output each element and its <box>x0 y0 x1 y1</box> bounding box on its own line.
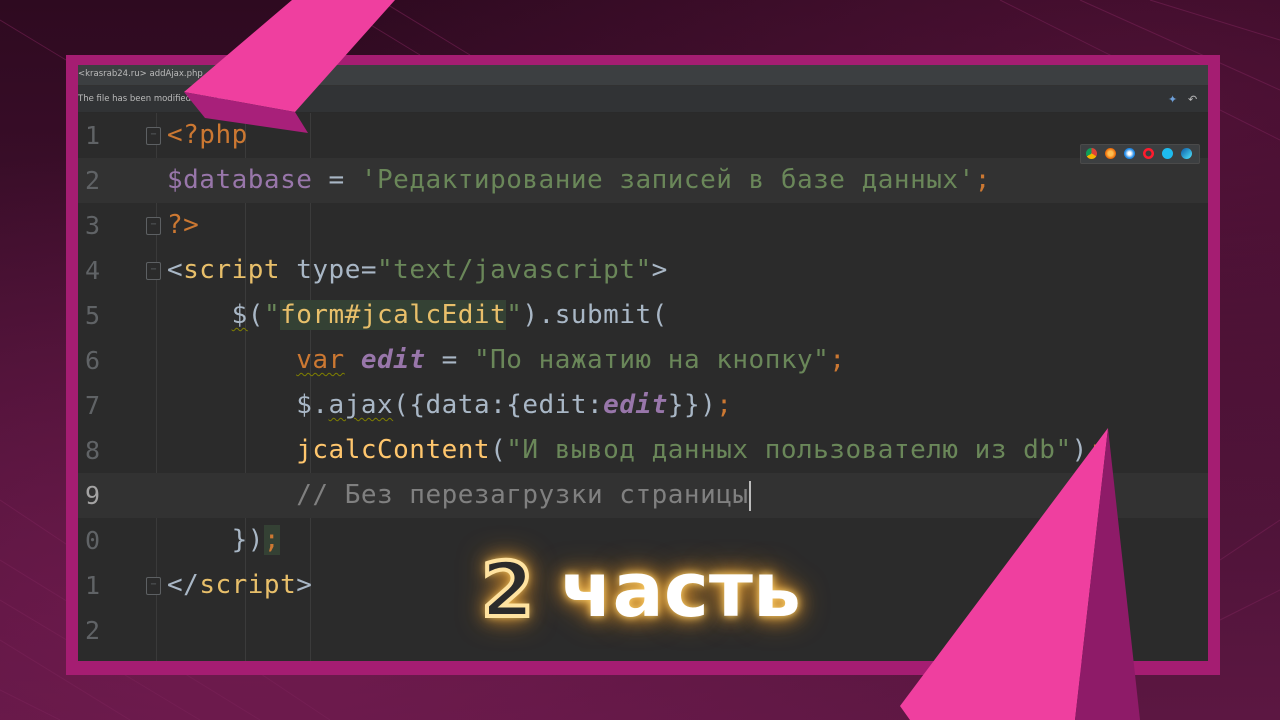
part-title: 2 часть <box>479 543 801 636</box>
pink-triangle-top <box>184 0 395 112</box>
pink-triangle-bottom <box>900 428 1108 720</box>
part-label: часть <box>560 545 801 634</box>
part-number: 2 <box>479 543 536 636</box>
